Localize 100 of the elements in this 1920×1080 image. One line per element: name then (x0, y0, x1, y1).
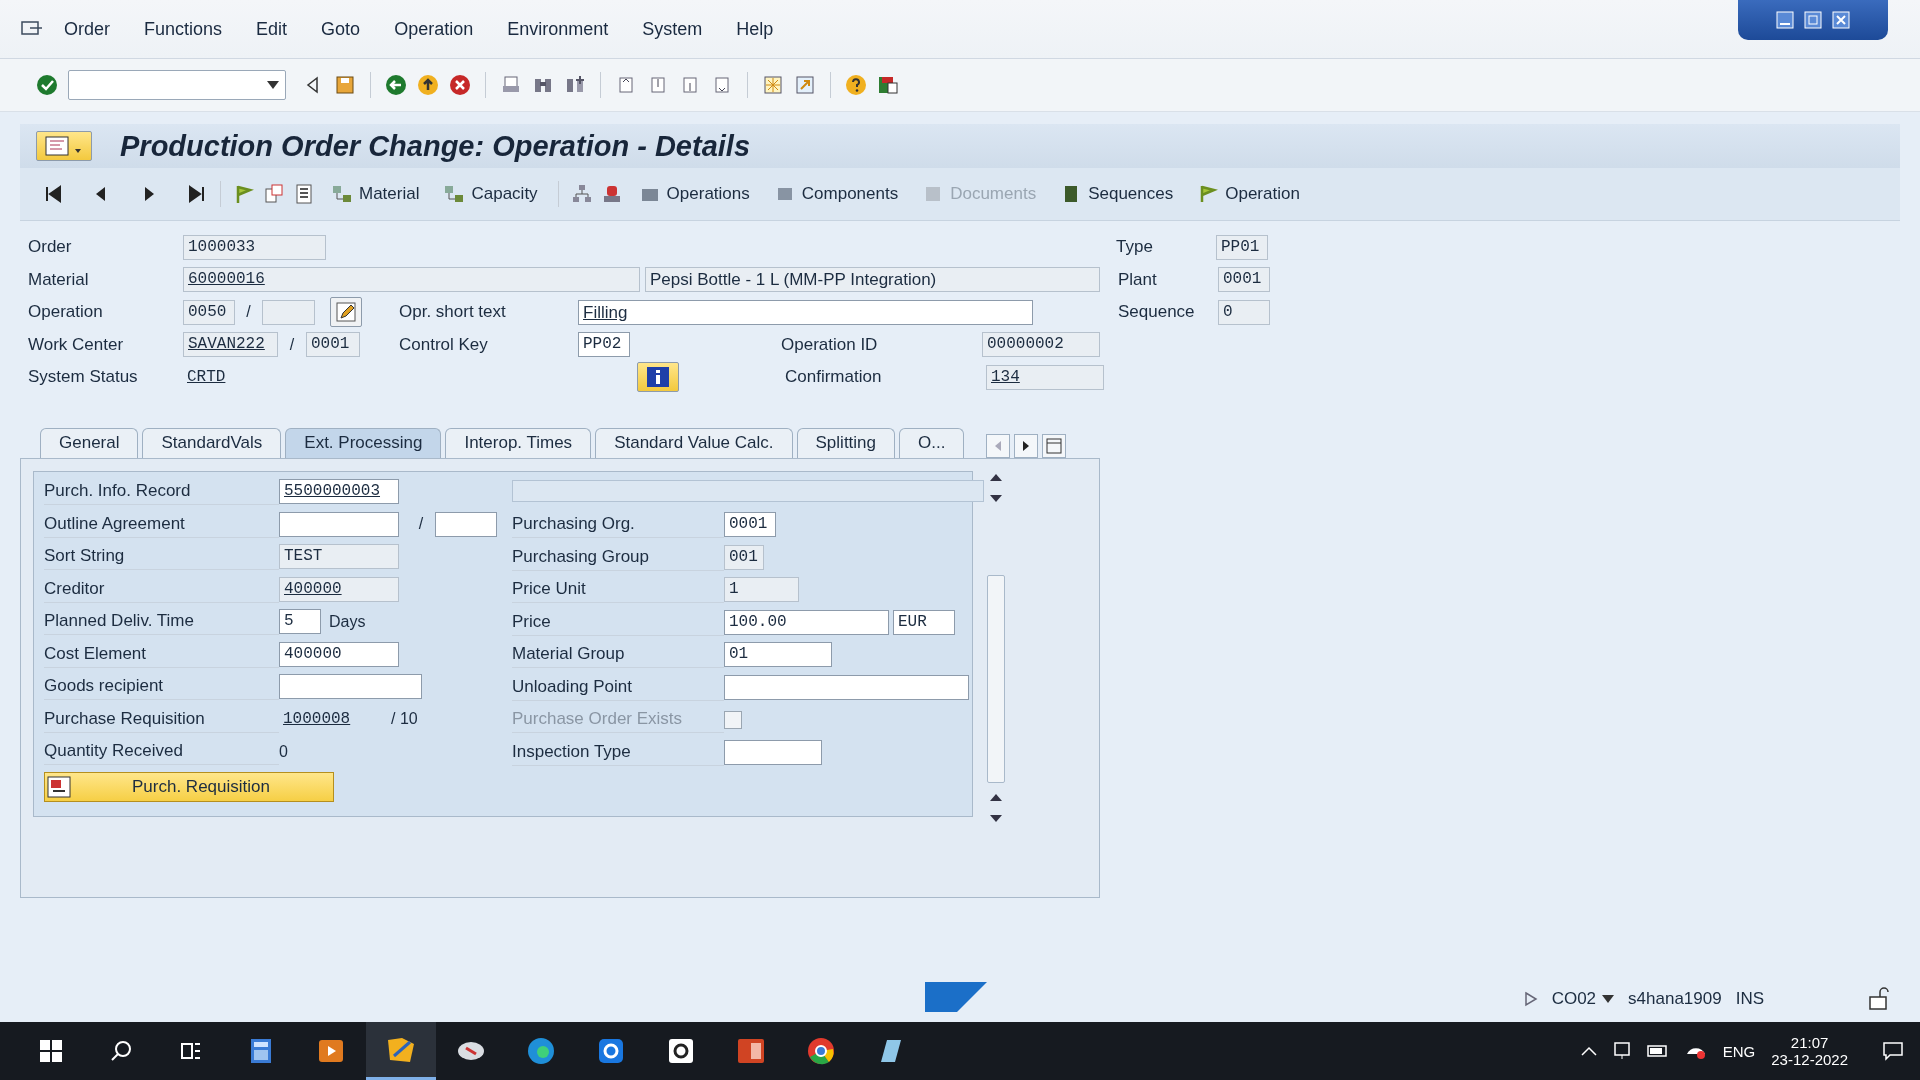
calculator-icon[interactable] (293, 183, 315, 205)
input-field[interactable] (724, 674, 969, 700)
transaction-code[interactable]: CO02 (1551, 989, 1597, 1009)
input-field[interactable]: 1 (724, 577, 799, 603)
dropdown-caret-icon[interactable] (1602, 995, 1615, 1003)
menu-item[interactable]: System (642, 18, 703, 40)
input-field[interactable]: Filling (578, 299, 1033, 325)
input-field[interactable] (724, 739, 822, 765)
menu-button[interactable] (36, 131, 92, 161)
help-icon[interactable] (845, 74, 867, 96)
toolbar-button[interactable]: Operation (1189, 179, 1308, 209)
tab[interactable]: Interop. Times (445, 427, 592, 458)
command-field[interactable] (68, 70, 286, 100)
exit-icon[interactable] (417, 74, 439, 96)
windows-logo-icon[interactable] (40, 1040, 62, 1062)
task-view-icon[interactable] (180, 1040, 202, 1062)
tab-scroll-right-button[interactable] (1014, 433, 1039, 458)
field-label: Quantity Received (44, 738, 279, 766)
requisition-link[interactable]: 1000008 (279, 710, 383, 729)
input-field[interactable]: 0001 (724, 512, 776, 538)
notification-icon[interactable] (1882, 1041, 1904, 1061)
minimize-icon[interactable] (1775, 10, 1795, 30)
toolbar-button[interactable]: Components (765, 179, 907, 209)
input-field[interactable]: 60000016 (183, 267, 640, 293)
input-field[interactable]: 1000033 (183, 234, 326, 260)
toolbar-button[interactable]: Operations (630, 179, 758, 209)
purch-requisition-button[interactable]: Purch. Requisition (44, 772, 334, 802)
chevron-up-icon[interactable] (1580, 1046, 1597, 1056)
input-field[interactable]: 0 (1218, 299, 1270, 325)
back-icon[interactable] (385, 74, 407, 96)
input-field[interactable]: 400000 (279, 641, 399, 667)
input-field[interactable]: 5500000003 (279, 479, 399, 505)
lock-icon[interactable] (1868, 987, 1890, 1011)
input-field[interactable]: 5 (279, 609, 321, 635)
layout-icon[interactable] (877, 74, 899, 96)
tab[interactable]: Standard Value Calc. (595, 427, 793, 458)
input-field[interactable]: 0050 (183, 299, 235, 325)
input-field[interactable]: 134 (986, 364, 1104, 390)
info-button[interactable] (637, 362, 679, 393)
input-field[interactable] (262, 299, 315, 325)
tab[interactable]: O... (899, 427, 965, 458)
tab[interactable]: Ext. Processing (285, 427, 442, 458)
app-icon[interactable] (386, 1035, 416, 1064)
input-field[interactable] (435, 511, 497, 537)
play-icon[interactable] (1523, 991, 1538, 1007)
input-field[interactable]: 001 (724, 544, 764, 570)
input-field[interactable]: 100.00 (724, 609, 889, 635)
field-label: Cost Element (44, 640, 279, 668)
input-field[interactable]: PP02 (578, 332, 630, 358)
toolbar-button[interactable]: Capacity (435, 179, 546, 209)
input-field[interactable]: PP01 (1216, 234, 1268, 260)
input-field[interactable] (279, 511, 399, 537)
toolbar-button[interactable]: Sequences (1052, 179, 1182, 209)
search-icon[interactable] (110, 1040, 132, 1062)
field-label: Sequence (1118, 301, 1196, 324)
input-field[interactable]: EUR (893, 609, 955, 635)
field-label: Material (28, 268, 90, 291)
field-label: Operation (28, 301, 104, 324)
restore-icon[interactable] (1803, 10, 1823, 30)
input-field[interactable]: SAVAN222 (183, 332, 278, 358)
language-indicator[interactable]: ENG (1722, 1042, 1756, 1060)
menu-item[interactable]: Edit (256, 18, 288, 40)
field-label: Control Key (399, 333, 489, 356)
menu-item[interactable]: Functions (144, 18, 223, 40)
input-field[interactable]: 00000002 (982, 332, 1100, 358)
input-field[interactable] (279, 674, 422, 700)
menu-item[interactable]: Goto (321, 18, 361, 40)
input-field[interactable]: 400000 (279, 576, 399, 602)
app-icon[interactable] (598, 1038, 624, 1064)
input-field[interactable]: 0001 (306, 332, 360, 358)
cancel-icon[interactable] (449, 74, 471, 96)
browser-icon[interactable] (527, 1037, 555, 1065)
edit-button[interactable] (330, 297, 362, 328)
field-label: Purchase Requisition (44, 705, 279, 733)
checkmark-icon[interactable] (36, 74, 58, 96)
screen-menu-icon (44, 135, 84, 157)
close-icon[interactable] (1831, 10, 1851, 30)
input-field[interactable]: 01 (724, 642, 832, 668)
calculator-icon[interactable] (250, 1038, 272, 1064)
dropdown-caret-icon[interactable] (267, 81, 279, 89)
menu-item[interactable]: Environment (507, 18, 609, 40)
menu-item[interactable]: Order (64, 18, 110, 40)
menu-item[interactable]: Operation (394, 18, 474, 40)
menu-item[interactable]: Help (736, 18, 774, 40)
browser-icon[interactable] (807, 1037, 835, 1065)
battery-icon[interactable] (1646, 1044, 1669, 1058)
input-field[interactable]: TEST (279, 544, 399, 570)
shortcut-icon[interactable] (794, 74, 816, 96)
input-field[interactable]: 0001 (1218, 267, 1270, 293)
presentation-icon[interactable] (737, 1038, 765, 1064)
new-session-icon[interactable] (762, 74, 784, 96)
app-icon[interactable] (668, 1038, 694, 1064)
monitor-icon[interactable] (1612, 1041, 1631, 1061)
logo-icon (925, 982, 987, 1012)
save-icon[interactable] (334, 74, 356, 96)
tab[interactable]: General (40, 427, 139, 458)
tab[interactable]: Splitting (796, 427, 895, 458)
media-player-icon[interactable] (318, 1039, 344, 1063)
toolbar-button[interactable]: Material (323, 179, 428, 209)
tab[interactable]: StandardVals (142, 427, 282, 458)
